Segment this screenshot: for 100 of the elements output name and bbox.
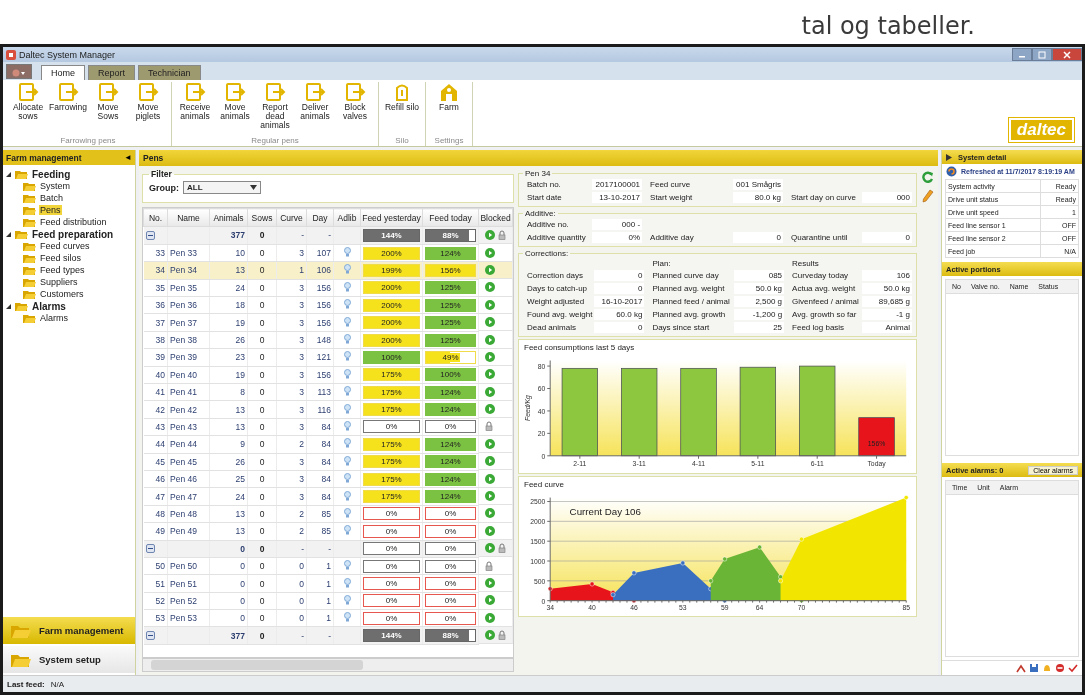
close-button[interactable] — [1052, 48, 1082, 61]
tree-item[interactable]: Alarms — [31, 300, 67, 312]
table-row[interactable]: 47 Pen 47 24 0 3 84 175% 124% — [143, 487, 513, 506]
tree-item[interactable]: Customers — [39, 289, 85, 299]
ribbon-button[interactable]: Report dead animals — [255, 82, 295, 136]
tree-item[interactable]: Feed preparation — [31, 228, 115, 240]
table-row[interactable]: 44 Pen 44 9 0 2 84 175% 124% — [143, 435, 513, 454]
column-header[interactable]: Feed today — [422, 208, 479, 227]
column-header[interactable]: Feed yesterday — [360, 208, 423, 227]
ribbon-button[interactable]: Move Sows — [88, 82, 128, 136]
play-icon[interactable] — [485, 525, 495, 536]
tree-item[interactable]: Feeding — [31, 168, 72, 180]
stop-icon[interactable] — [1055, 663, 1065, 673]
column-header[interactable]: Blocked — [478, 208, 513, 227]
play-icon[interactable] — [485, 282, 495, 293]
tree-item[interactable]: Alarms — [39, 313, 69, 323]
tree-item[interactable]: Batch — [39, 193, 64, 203]
value-field[interactable]: 085 — [734, 270, 785, 281]
lock-icon[interactable] — [485, 421, 493, 432]
play-icon[interactable] — [485, 578, 495, 588]
value-field[interactable]: 0 — [594, 322, 645, 333]
value-field[interactable]: 60.0 kg — [594, 309, 645, 320]
table-row[interactable]: 48 Pen 48 13 0 2 85 0% 0% — [143, 505, 513, 523]
column-header[interactable]: Adlib — [333, 208, 361, 227]
tree-item[interactable]: Feed distribution — [39, 217, 108, 227]
play-icon[interactable] — [485, 612, 495, 623]
expander-icon[interactable] — [5, 230, 12, 238]
tree-item[interactable]: System — [39, 181, 71, 191]
table-row[interactable]: 45 Pen 45 26 0 3 84 175% 124% — [143, 453, 513, 471]
play-icon[interactable] — [485, 247, 495, 258]
table-row[interactable]: 37 Pen 37 19 0 3 156 200% 125% — [143, 313, 513, 332]
lock-icon[interactable] — [498, 630, 506, 641]
table-row[interactable]: 50 Pen 50 0 0 0 1 0% 0% — [143, 557, 513, 575]
refresh-icon[interactable] — [922, 171, 934, 183]
maximize-button[interactable] — [1032, 48, 1052, 61]
value-field[interactable]: 50.0 kg — [734, 283, 785, 294]
table-row[interactable]: 53 Pen 53 0 0 0 1 0% 0% — [143, 609, 513, 627]
table-row[interactable]: 40 Pen 40 19 0 3 156 175% 100% — [143, 366, 513, 384]
ribbon-button[interactable]: Allocate sows — [8, 82, 48, 136]
table-row[interactable]: 46 Pen 46 25 0 3 84 175% 124% — [143, 470, 513, 488]
table-row[interactable]: 35 Pen 35 24 0 3 156 200% 125% — [143, 279, 513, 297]
expand-arrow-icon[interactable] — [946, 153, 952, 161]
play-icon[interactable] — [485, 386, 495, 397]
column-header[interactable]: Curve — [276, 208, 307, 227]
play-icon[interactable] — [485, 438, 495, 449]
value-field[interactable]: 80.0 kg — [733, 192, 783, 203]
value-field[interactable]: 16-10-2017 — [594, 296, 645, 307]
value-field[interactable]: 0% — [592, 232, 643, 243]
table-row[interactable]: 42 Pen 42 13 0 3 116 175% 124% — [143, 400, 513, 419]
nav-button[interactable]: System setup — [3, 646, 135, 673]
value-field[interactable]: 2017100001 — [592, 179, 643, 190]
ribbon-button[interactable]: Farm — [429, 82, 469, 136]
table-row[interactable]: 377 0 - - 144% 88% — [143, 627, 513, 645]
tree-item[interactable]: Feed types — [39, 265, 86, 275]
value-field[interactable]: 13-10-2017 — [592, 192, 643, 203]
collapse-button[interactable]: ◄ — [124, 153, 132, 162]
play-icon[interactable] — [485, 230, 495, 241]
table-row[interactable]: 41 Pen 41 8 0 3 113 175% 124% — [143, 383, 513, 401]
play-icon[interactable] — [485, 595, 495, 606]
play-icon[interactable] — [485, 317, 495, 328]
collapse-icon[interactable] — [145, 631, 155, 641]
table-row[interactable]: 38 Pen 38 26 0 3 148 200% 125% — [143, 331, 513, 349]
play-icon[interactable] — [485, 264, 495, 275]
play-icon[interactable] — [485, 334, 495, 345]
expander-icon[interactable] — [5, 170, 12, 178]
ribbon-button[interactable]: Farrowing — [48, 82, 88, 136]
table-row[interactable]: 43 Pen 43 13 0 3 84 0% 0% — [143, 418, 513, 436]
expander-icon[interactable] — [5, 302, 12, 310]
group-dropdown[interactable]: ALL — [183, 181, 261, 194]
value-field[interactable]: 106 — [862, 270, 912, 281]
tree-item[interactable]: Suppliers — [39, 277, 79, 287]
ribbon-tab[interactable]: Report — [88, 65, 136, 80]
column-header[interactable]: Day — [306, 208, 334, 227]
pencil-icon[interactable] — [922, 189, 934, 203]
play-icon[interactable] — [485, 456, 495, 467]
value-field[interactable]: 89,685 g — [862, 296, 912, 307]
play-icon[interactable] — [485, 404, 495, 415]
ribbon-button[interactable]: Deliver animals — [295, 82, 335, 136]
value-field[interactable]: 0 — [594, 283, 645, 294]
table-row[interactable]: 49 Pen 49 13 0 2 85 0% 0% — [143, 522, 513, 541]
value-field[interactable]: 000 - — [592, 219, 643, 230]
value-field[interactable]: 25 — [734, 322, 785, 333]
value-field[interactable]: 0 — [862, 232, 912, 243]
tree-item[interactable]: Feed silos — [39, 253, 83, 263]
minimize-button[interactable] — [1012, 48, 1032, 61]
table-row[interactable]: 377 0 - - 144% 88% — [143, 226, 513, 245]
collapse-icon[interactable] — [145, 544, 155, 554]
collapse-icon[interactable] — [145, 230, 155, 240]
play-icon[interactable] — [485, 473, 495, 484]
value-field[interactable]: -1,200 g — [734, 309, 785, 320]
value-field[interactable]: Animal — [862, 322, 912, 333]
table-row[interactable]: 52 Pen 52 0 0 0 1 0% 0% — [143, 592, 513, 610]
table-row[interactable]: 34 Pen 34 13 0 1 106 199% 156% — [143, 261, 513, 280]
ribbon-button[interactable]: Refill silo — [382, 82, 422, 136]
refresh-icon[interactable] — [946, 166, 957, 177]
table-row[interactable]: 36 Pen 36 18 0 3 156 200% 125% — [143, 296, 513, 314]
ribbon-button[interactable]: Move animals — [215, 82, 255, 136]
play-icon[interactable] — [485, 630, 495, 641]
check-icon[interactable] — [1068, 663, 1078, 673]
value-field[interactable]: 0 — [594, 270, 645, 281]
